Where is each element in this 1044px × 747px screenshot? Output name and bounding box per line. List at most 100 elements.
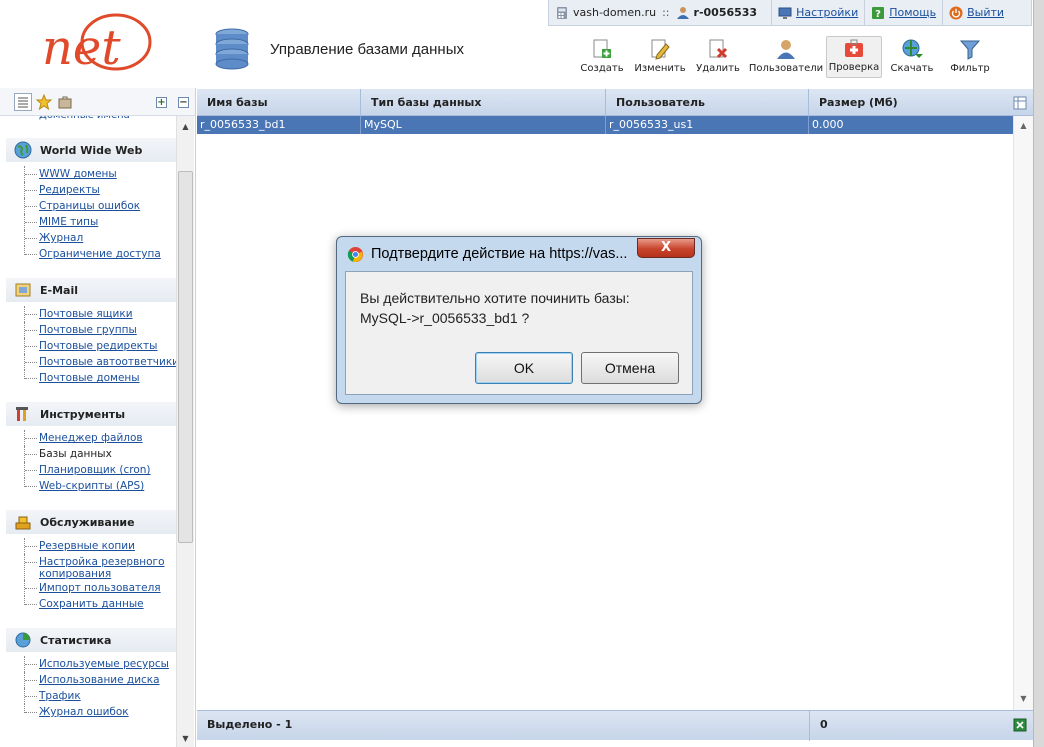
download-label: Скачать	[890, 63, 934, 74]
users-button[interactable]: Пользователи	[748, 36, 824, 78]
toolbar: Создать Изменить Удалить Пользователи Пр…	[574, 36, 1000, 78]
users-label: Пользователи	[748, 63, 824, 74]
sidebar-item-error-log[interactable]: Журнал ошибок	[20, 704, 176, 720]
svg-text:?: ?	[875, 9, 881, 20]
top-user-bar: vash-domen.ru :: r-0056533 Настройки ? П…	[548, 0, 1032, 26]
help-link[interactable]: ? Помощь	[864, 0, 942, 25]
sidebar-tabs: + −	[0, 88, 195, 116]
briefcase-icon	[58, 96, 72, 108]
settings-link-label[interactable]: Настройки	[796, 6, 858, 19]
sidebar-item-mailboxes[interactable]: Почтовые ящики	[20, 306, 176, 322]
ok-button[interactable]: OK	[475, 352, 573, 384]
tab-tree[interactable]	[14, 92, 32, 111]
group-header-www[interactable]: World Wide Web	[6, 138, 176, 162]
filter-button[interactable]: Фильтр	[942, 36, 998, 78]
sidebar-item-mail-groups[interactable]: Почтовые группы	[20, 322, 176, 338]
tab-favorites[interactable]	[35, 93, 53, 111]
separator: ::	[662, 6, 670, 19]
edit-button[interactable]: Изменить	[632, 36, 688, 78]
confirm-dialog: Подтвердите действие на https://vas... X…	[336, 236, 702, 404]
monitor-icon	[778, 7, 792, 19]
dialog-message: Вы действительно хотите починить базы: M…	[360, 288, 630, 328]
sidebar-item-access-limit[interactable]: Ограничение доступа	[20, 246, 176, 262]
sidebar-item-cut[interactable]: Доменные имена	[6, 116, 176, 122]
sidebar-item-redirects[interactable]: Редиректы	[20, 182, 176, 198]
tab-history[interactable]	[56, 93, 74, 111]
sidebar: + − Доменные имена World Wide Web WWW до…	[0, 88, 196, 747]
sidebar-item-mail-domains[interactable]: Почтовые домены	[20, 370, 176, 386]
sidebar-item-save-data[interactable]: Сохранить данные	[20, 596, 176, 612]
logout-link-label[interactable]: Выйти	[967, 6, 1004, 19]
dialog-body: Вы действительно хотите починить базы: M…	[345, 271, 693, 395]
sidebar-scroll-thumb[interactable]	[178, 171, 193, 543]
sidebar-item-resources[interactable]: Используемые ресурсы	[20, 656, 176, 672]
logo-text: net	[42, 20, 121, 76]
column-header-name[interactable]: Имя базы	[197, 89, 361, 116]
scroll-up-arrow-icon[interactable]: ▲	[177, 122, 194, 131]
sidebar-item-cron[interactable]: Планировщик (cron)	[20, 462, 176, 478]
dialog-close-button[interactable]: X	[637, 238, 695, 258]
user-icon	[676, 6, 689, 19]
sidebar-item-backups[interactable]: Резервные копии	[20, 538, 176, 554]
expand-all-button[interactable]: +	[156, 97, 167, 108]
sidebar-item-backup-settings[interactable]: Настройка резервного копирования	[20, 554, 176, 580]
cancel-button[interactable]: Отмена	[581, 352, 679, 384]
help-icon: ?	[872, 6, 885, 20]
delete-button[interactable]: Удалить	[690, 36, 746, 78]
column-header-user[interactable]: Пользователь	[606, 89, 809, 116]
column-header-type[interactable]: Тип базы данных	[361, 89, 606, 116]
table-scrollbar[interactable]: ▲ ▼	[1013, 116, 1033, 710]
sidebar-item-mime-types[interactable]: MIME типы	[20, 214, 176, 230]
table-row[interactable]: r_0056533_bd1 MySQL r_0056533_us1 0.000	[197, 116, 1013, 134]
sidebar-item-web-scripts[interactable]: Web-скрипты (APS)	[20, 478, 176, 494]
dialog-message-line2: MySQL->r_0056533_bd1 ?	[360, 310, 530, 326]
settings-link[interactable]: Настройки	[771, 0, 864, 25]
page-heading: Управление базами данных	[214, 28, 464, 70]
check-button[interactable]: Проверка	[826, 36, 882, 78]
excel-export-icon[interactable]	[1013, 718, 1027, 732]
cell-db-name: r_0056533_bd1	[197, 116, 361, 134]
create-icon	[593, 39, 611, 58]
sidebar-item-autoresponders[interactable]: Почтовые автоответчики	[20, 354, 179, 370]
group-email: E-Mail Почтовые ящики Почтовые группы По…	[6, 278, 179, 388]
logout-link[interactable]: Выйти	[942, 0, 1010, 25]
group-header-tools[interactable]: Инструменты	[6, 402, 176, 426]
sidebar-item-import-user[interactable]: Импорт пользователя	[20, 580, 176, 596]
mail-icon	[15, 283, 31, 297]
footer-total-size: 0	[809, 711, 1013, 741]
group-www: World Wide Web WWW домены Редиректы Стра…	[6, 138, 176, 264]
create-label: Создать	[580, 63, 624, 74]
group-header-email[interactable]: E-Mail	[6, 278, 176, 302]
download-icon	[902, 39, 923, 58]
group-header-stats[interactable]: Статистика	[6, 628, 176, 652]
column-settings-icon[interactable]	[1013, 96, 1027, 110]
tools-icon	[16, 407, 28, 421]
sidebar-item-www-domains[interactable]: WWW домены	[20, 166, 176, 182]
net-logo[interactable]: net	[38, 10, 163, 78]
scroll-down-arrow-icon[interactable]: ▼	[177, 734, 194, 743]
table-scroll-up-icon[interactable]: ▲	[1014, 121, 1033, 130]
sidebar-item-file-manager[interactable]: Менеджер файлов	[20, 430, 176, 446]
create-button[interactable]: Создать	[574, 36, 630, 78]
footer-selected-count: Выделено - 1	[207, 718, 293, 731]
sidebar-item-mail-redirects[interactable]: Почтовые редиректы	[20, 338, 176, 354]
collapse-all-button[interactable]: −	[178, 97, 189, 108]
download-button[interactable]: Скачать	[884, 36, 940, 78]
table-header: Имя базы Тип базы данных Пользователь Ра…	[197, 89, 1033, 116]
column-header-size[interactable]: Размер (Мб)	[809, 89, 1013, 116]
stats-icon	[15, 632, 31, 648]
help-link-label[interactable]: Помощь	[889, 6, 936, 19]
sidebar-item-traffic[interactable]: Трафик	[20, 688, 176, 704]
calculator-icon	[557, 6, 567, 19]
edit-label: Изменить	[634, 63, 686, 74]
sidebar-scrollbar[interactable]: ▲ ▼	[176, 116, 194, 747]
table-scroll-down-icon[interactable]: ▼	[1014, 694, 1033, 703]
sidebar-item-databases[interactable]: Базы данных	[20, 446, 176, 462]
edit-icon	[651, 39, 670, 60]
group-header-maintenance[interactable]: Обслуживание	[6, 510, 176, 534]
dialog-title: Подтвердите действие на https://vas...	[371, 246, 628, 262]
sidebar-item-disk-usage[interactable]: Использование диска	[20, 672, 176, 688]
sidebar-item-error-pages[interactable]: Страницы ошибок	[20, 198, 176, 214]
first-aid-icon	[845, 39, 863, 57]
sidebar-item-log[interactable]: Журнал	[20, 230, 176, 246]
